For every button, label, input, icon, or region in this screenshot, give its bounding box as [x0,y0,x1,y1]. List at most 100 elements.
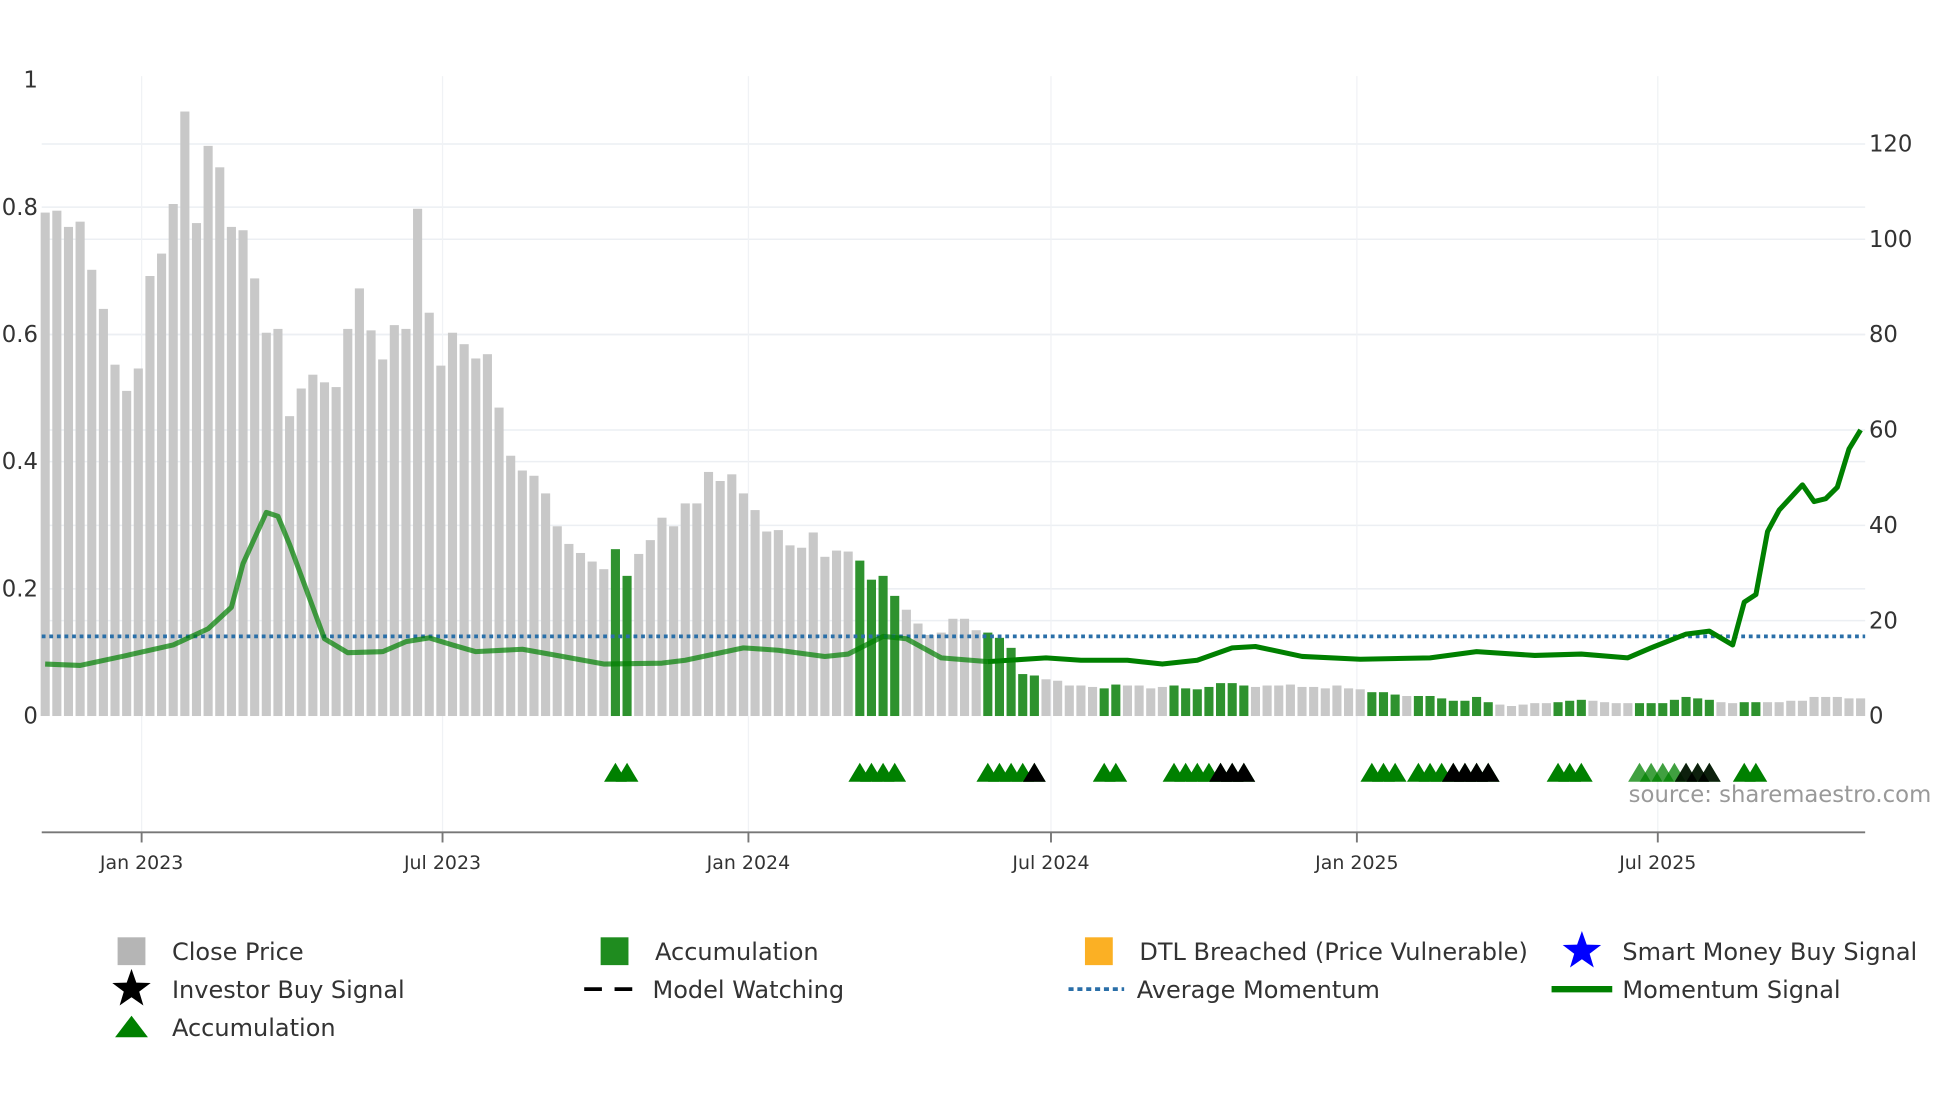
close-price-bar [459,344,469,717]
accumulation-bar [1204,686,1214,717]
x-tick-label: Jul 2025 [1618,852,1696,874]
accumulation-bar [1018,674,1028,717]
close-price-bar [319,382,330,717]
accumulation-bar [890,595,900,717]
accumulation-bar [610,549,620,717]
close-price-bar [1495,704,1505,717]
close-price-bar [1611,703,1621,717]
close-price-bar [541,493,551,717]
close-price-bar [506,455,516,717]
close-price-bar [389,325,399,717]
accumulation-bar [1181,688,1191,717]
accumulation-bar [1460,700,1470,717]
close-price-swatch-icon [117,937,146,966]
x-tick-label: Jan 2025 [1314,852,1398,874]
right-tick-label: 0 [1869,704,1883,730]
close-price-bar [215,167,225,717]
x-tick-label: Jan 2023 [99,852,183,874]
close-price-bar [168,204,178,717]
close-price-bar [250,278,260,717]
close-price-bar [1041,679,1051,717]
close-price-bar [669,526,679,717]
left-tick-label: 0 [23,704,37,730]
accumulation-bar [983,632,993,717]
close-price-bar [133,368,143,717]
close-price-bar [552,526,562,717]
close-price-bar [180,111,190,717]
left-tick-label: 0.8 [2,195,38,221]
close-price-bar [657,517,667,717]
accumulation-bar [878,575,888,717]
close-price-bar [1530,703,1540,717]
legend-label: Accumulation [655,938,819,966]
close-price-bar [564,543,574,717]
accumulation-bar [855,560,865,717]
legend-label: Accumulation [172,1014,336,1042]
accumulation-bar [1390,694,1400,717]
close-price-bar [63,226,74,717]
accumulation-bar [1448,700,1458,717]
accumulation-bar [1704,699,1714,717]
accumulation-bar [1192,689,1202,717]
close-price-bar [98,308,108,717]
close-price-bar [1600,702,1610,717]
accumulation-bar [994,637,1005,717]
close-price-bar [1064,685,1074,717]
close-price-bar [1786,700,1796,717]
right-tick-label: 20 [1869,608,1898,634]
accumulation-bar [1751,702,1761,717]
close-price-bar [226,226,236,717]
close-price-bar [87,269,97,717]
close-price-bar [645,540,655,717]
close-price-bar [1250,686,1261,717]
close-price-bar [366,330,376,717]
triangle-icon [115,1015,148,1038]
close-price-bar [808,532,818,717]
close-price-bar [936,632,946,717]
chart: Jan 2023 Jul 2023 Jan 2024 Jul 2024 Jan 2025… [2,68,1932,1042]
accumulation-bar [1227,683,1237,717]
close-price-bar [1856,698,1866,717]
accumulation-bar [1239,685,1249,717]
close-price-bar [1588,700,1598,717]
close-price-bar [1355,689,1365,717]
close-price-bar [285,416,295,717]
accumulation-bar [1413,695,1423,717]
accumulation-bar [1553,702,1563,717]
close-price-bar [296,388,306,717]
accumulation-bar [1681,696,1691,717]
x-tick-label: Jan 2024 [706,852,790,874]
close-price-bar [110,364,120,717]
close-price-bar [971,630,981,717]
close-price-bar [1297,686,1307,717]
close-price-bar [762,531,772,717]
legend-label: Close Price [172,938,304,966]
close-price-bar [1076,685,1086,717]
legend-item: Momentum Signal [1551,976,1841,1004]
close-price-bar [238,230,248,717]
accumulation-bar [1378,692,1389,717]
momentum-signal-line [987,428,1863,667]
accumulation-bar [1658,703,1668,717]
source-label: source: sharemaestro.com [1629,782,1932,808]
close-price-bar [331,387,341,717]
close-price-bar [1320,688,1330,717]
legend-item: DTL Breached (Price Vulnerable) [1084,937,1528,966]
close-price-bar [1309,686,1319,717]
close-price-bar [703,471,714,717]
close-price-bar [1088,686,1098,717]
accumulation-bar [1739,702,1749,717]
left-tick-label: 1 [23,68,37,94]
legend-item: Close Price [117,937,304,966]
close-price-bar [529,475,539,717]
legend-item: Investor Buy Signal [112,968,405,1006]
close-price-bar [797,547,807,717]
x-tick-label: Jul 2023 [403,852,481,874]
close-price-bar [517,470,527,717]
legend-label: DTL Breached (Price Vulnerable) [1139,938,1528,966]
accumulation-bar [1646,703,1656,717]
star-icon [1562,930,1602,968]
legend-item: Average Momentum [1068,976,1380,1004]
legend-label: Average Momentum [1137,976,1380,1004]
close-price-bar [343,328,353,717]
